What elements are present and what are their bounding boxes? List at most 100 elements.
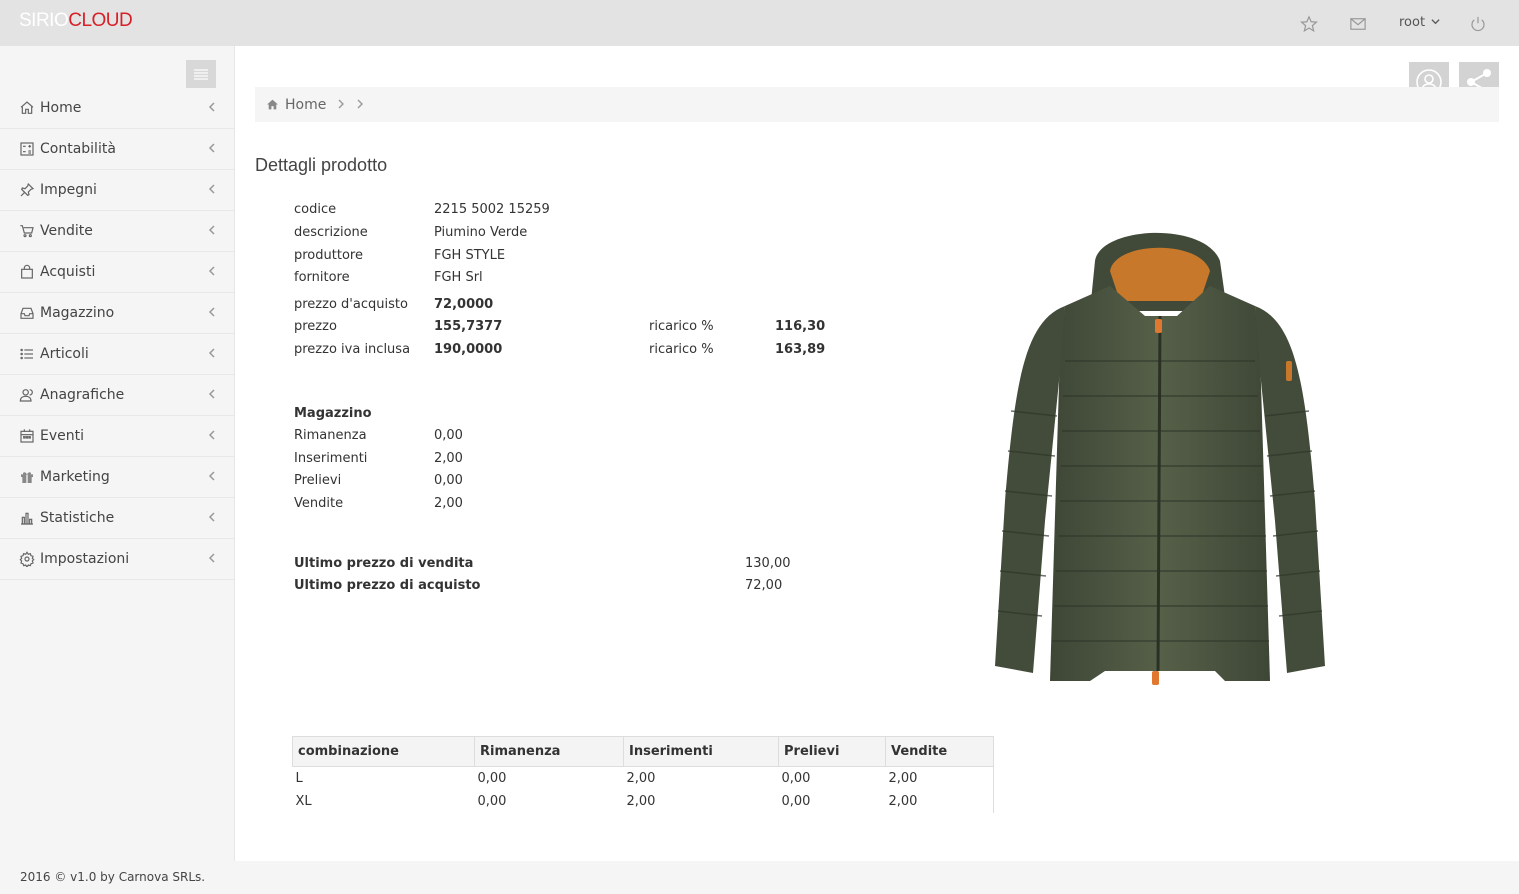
- chevron-left-icon: [208, 470, 216, 484]
- table-cell: L: [295, 770, 303, 786]
- sidebar-item-impegni[interactable]: Impegni: [0, 170, 234, 211]
- fornitore-label: fornitore: [294, 270, 350, 285]
- chevron-left-icon: [208, 101, 216, 115]
- chevron-right-icon: [357, 98, 364, 112]
- prezzo-iva-value: 190,0000: [434, 342, 503, 357]
- prelievi-value: 0,00: [434, 473, 463, 488]
- user-name: root: [1399, 15, 1426, 30]
- sidebar-item-marketing[interactable]: Marketing: [0, 457, 234, 498]
- sidebar-item-label: Impegni: [40, 182, 97, 198]
- descrizione-label: descrizione: [294, 225, 368, 240]
- column-header[interactable]: Prelievi: [778, 736, 886, 767]
- sidebar: Home Contabilità Impegni Vendite Acquist…: [0, 46, 235, 861]
- column-header[interactable]: Inserimenti: [623, 736, 779, 767]
- table-cell: 2,00: [885, 766, 994, 790]
- chevron-left-icon: [208, 511, 216, 525]
- column-header[interactable]: Rimanenza: [474, 736, 624, 767]
- sidebar-item-vendite[interactable]: Vendite: [0, 211, 234, 252]
- table-header-row: combinazione Rimanenza Inserimenti Preli…: [292, 736, 994, 767]
- chevron-left-icon: [208, 183, 216, 197]
- star-icon[interactable]: [1299, 14, 1319, 34]
- ultimo-prezzo-acquisto-label: Ultimo prezzo di acquisto: [294, 578, 481, 593]
- calculator-icon: [18, 140, 36, 158]
- sidebar-item-articoli[interactable]: Articoli: [0, 334, 234, 375]
- ricarico-value: 116,30: [775, 319, 826, 334]
- sidebar-item-acquisti[interactable]: Acquisti: [0, 252, 234, 293]
- ricarico-label: ricarico %: [649, 319, 714, 334]
- user-menu[interactable]: root: [1399, 15, 1440, 30]
- prezzo-iva-label: prezzo iva inclusa: [294, 342, 411, 357]
- chevron-left-icon: [208, 224, 216, 238]
- sidebar-item-contabilita[interactable]: Contabilità: [0, 129, 234, 170]
- calendar-icon: [18, 427, 36, 445]
- bar-chart-icon: [18, 509, 36, 527]
- top-bar: SIRIOCLOUD root: [0, 0, 1519, 46]
- sidebar-item-impostazioni[interactable]: Impostazioni: [0, 539, 234, 580]
- chevron-left-icon: [208, 347, 216, 361]
- table-cell: 2,00: [626, 770, 656, 786]
- sidebar-item-label: Acquisti: [40, 264, 96, 280]
- footer: 2016 © v1.0 by Carnova SRLs.: [0, 861, 1519, 894]
- ultimo-prezzo-vendita-value: 130,00: [745, 556, 791, 571]
- sidebar-item-magazzino[interactable]: Magazzino: [0, 293, 234, 334]
- sidebar-toggle-button[interactable]: [186, 60, 216, 88]
- variants-table: combinazione Rimanenza Inserimenti Preli…: [292, 736, 994, 813]
- gear-icon: [18, 550, 36, 568]
- gift-icon: [18, 468, 36, 486]
- prezzo-acquisto-label: prezzo d'acquisto: [294, 297, 408, 312]
- bag-icon: [18, 263, 36, 281]
- app-logo[interactable]: SIRIOCLOUD: [19, 10, 133, 32]
- menu-icon: [194, 69, 208, 80]
- table-row[interactable]: L 0,00 2,00 0,00 2,00: [293, 766, 994, 790]
- breadcrumb: Home: [255, 87, 1499, 122]
- ricarico-iva-label: ricarico %: [649, 342, 714, 357]
- home-icon: [18, 99, 36, 117]
- power-icon[interactable]: [1468, 14, 1488, 34]
- product-image: [915, 201, 1410, 701]
- descrizione-value: Piumino Verde: [434, 225, 528, 240]
- sidebar-item-home[interactable]: Home: [0, 88, 234, 129]
- sidebar-item-label: Anagrafiche: [40, 387, 125, 403]
- prezzo-value: 155,7377: [434, 319, 503, 334]
- table-row[interactable]: XL 0,00 2,00 0,00 2,00: [293, 789, 994, 813]
- table-cell: 2,00: [885, 789, 994, 813]
- breadcrumb-home[interactable]: Home: [285, 97, 326, 113]
- codice-label: codice: [294, 202, 337, 217]
- table-cell: 0,00: [477, 770, 507, 786]
- ricarico-iva-value: 163,89: [775, 342, 826, 357]
- sidebar-item-anagrafiche[interactable]: Anagrafiche: [0, 375, 234, 416]
- chevron-down-icon: [1431, 15, 1440, 30]
- column-header[interactable]: Vendite: [885, 736, 994, 767]
- sidebar-item-label: Eventi: [40, 428, 84, 444]
- logo-part-1: SIRIO: [19, 10, 69, 31]
- cart-icon: [18, 222, 36, 240]
- table-cell: 0,00: [781, 770, 811, 786]
- rimanenza-label: Rimanenza: [294, 428, 367, 443]
- prezzo-acquisto-value: 72,0000: [434, 297, 494, 312]
- table-cell: 0,00: [477, 793, 507, 809]
- footer-text: 2016 © v1.0 by Carnova SRLs.: [20, 870, 206, 884]
- produttore-label: produttore: [294, 248, 363, 263]
- column-header[interactable]: combinazione: [292, 736, 475, 767]
- prezzo-label: prezzo: [294, 319, 337, 334]
- mail-icon[interactable]: [1348, 14, 1368, 34]
- sidebar-item-statistiche[interactable]: Statistiche: [0, 498, 234, 539]
- vendite-value: 2,00: [434, 496, 463, 511]
- produttore-value: FGH STYLE: [434, 248, 506, 263]
- sidebar-item-label: Statistiche: [40, 510, 115, 526]
- chevron-left-icon: [208, 306, 216, 320]
- sidebar-item-label: Home: [40, 100, 82, 116]
- inserimenti-label: Inserimenti: [294, 451, 368, 466]
- vendite-label: Vendite: [294, 496, 344, 511]
- sidebar-item-eventi[interactable]: Eventi: [0, 416, 234, 457]
- codice-value: 2215 5002 15259: [434, 202, 550, 217]
- table-cell: 2,00: [626, 793, 656, 809]
- chevron-left-icon: [208, 265, 216, 279]
- chevron-right-icon: [338, 98, 345, 112]
- main-content: Home Dettagli prodotto codice 2215 5002 …: [235, 46, 1519, 861]
- chevron-left-icon: [208, 388, 216, 402]
- table-cell: 0,00: [781, 793, 811, 809]
- magazzino-title: Magazzino: [294, 406, 372, 421]
- sidebar-item-label: Magazzino: [40, 305, 115, 321]
- ultimo-prezzo-vendita-label: Ultimo prezzo di vendita: [294, 556, 474, 571]
